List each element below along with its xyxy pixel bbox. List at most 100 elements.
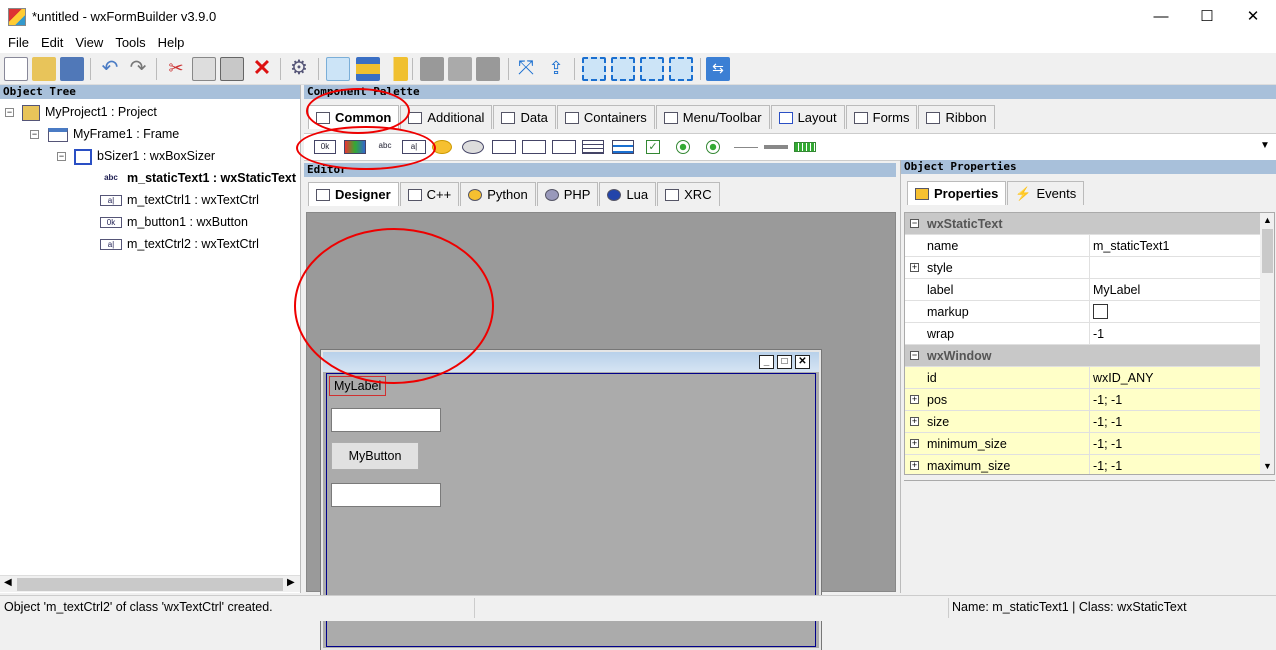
property-row[interactable]: + style bbox=[905, 257, 1260, 279]
vertical-scrollbar[interactable]: ▲ ▼ bbox=[1260, 213, 1274, 474]
tab-menu-toolbar[interactable]: Menu/Toolbar bbox=[655, 105, 770, 129]
palette-listbox-icon[interactable] bbox=[552, 140, 576, 154]
palette-slider-icon[interactable] bbox=[764, 145, 788, 149]
tree-item-sizer[interactable]: bSizer1 : wxBoxSizer bbox=[74, 145, 215, 167]
property-row[interactable]: + maximum_size -1; -1 bbox=[905, 455, 1260, 474]
close-button[interactable]: ✕ bbox=[1230, 0, 1276, 33]
property-row[interactable]: markup bbox=[905, 301, 1260, 323]
tab-forms[interactable]: Forms bbox=[845, 105, 918, 129]
design-textctrl2[interactable] bbox=[331, 483, 441, 507]
tree-item-project[interactable]: MyProject1 : Project bbox=[22, 101, 157, 123]
design-textctrl1[interactable] bbox=[331, 408, 441, 432]
maximize-button[interactable]: ☐ bbox=[1184, 0, 1230, 33]
align-top-icon[interactable] bbox=[420, 57, 444, 81]
palette-combobox-icon[interactable] bbox=[492, 140, 516, 154]
property-row[interactable]: + size -1; -1 bbox=[905, 411, 1260, 433]
border-left-icon[interactable] bbox=[611, 57, 635, 81]
open-folder-icon[interactable] bbox=[32, 57, 56, 81]
property-row[interactable]: + minimum_size -1; -1 bbox=[905, 433, 1260, 455]
tab-events[interactable]: ⚡ Events bbox=[1007, 181, 1085, 205]
palette-bitmap-icon[interactable] bbox=[432, 140, 452, 154]
tab-python[interactable]: Python bbox=[460, 182, 536, 206]
align-right-icon[interactable] bbox=[384, 57, 408, 81]
tab-layout[interactable]: Layout bbox=[770, 105, 845, 129]
palette-checkbox-icon[interactable]: ✓ bbox=[646, 140, 660, 154]
menu-tools[interactable]: Tools bbox=[109, 33, 151, 53]
palette-button-icon[interactable]: 0k bbox=[314, 140, 336, 154]
tab-data[interactable]: Data bbox=[493, 105, 556, 129]
tab-designer[interactable]: Designer bbox=[308, 182, 399, 206]
palette-listctrl-icon[interactable] bbox=[582, 140, 604, 154]
scroll-left-icon[interactable]: ◀ bbox=[4, 577, 12, 588]
stretch-icon[interactable]: ⇪ bbox=[544, 57, 568, 81]
palette-dropdown-icon[interactable]: ▼ bbox=[1260, 140, 1270, 151]
palette-radiobox-icon[interactable] bbox=[612, 140, 634, 154]
scroll-thumb[interactable] bbox=[1262, 229, 1273, 273]
new-project-icon[interactable] bbox=[4, 57, 28, 81]
palette-static-text-icon[interactable]: abc bbox=[374, 140, 396, 154]
tab-containers[interactable]: Containers bbox=[556, 105, 655, 129]
tab-lua[interactable]: Lua bbox=[599, 182, 657, 206]
horizontal-scrollbar[interactable]: ◀ ▶ bbox=[0, 575, 300, 592]
save-icon[interactable] bbox=[60, 57, 84, 81]
collapse-icon[interactable]: − bbox=[30, 130, 39, 139]
delete-icon[interactable]: ✕ bbox=[250, 57, 274, 81]
property-row[interactable]: + pos -1; -1 bbox=[905, 389, 1260, 411]
border-top-icon[interactable] bbox=[669, 57, 693, 81]
scroll-thumb[interactable] bbox=[17, 578, 283, 591]
tab-additional[interactable]: Additional bbox=[400, 105, 493, 129]
property-row[interactable]: id wxID_ANY bbox=[905, 367, 1260, 389]
property-category[interactable]: − wxWindow bbox=[905, 345, 1260, 367]
align-middle-icon[interactable] bbox=[448, 57, 472, 81]
scroll-down-icon[interactable]: ▼ bbox=[1263, 461, 1272, 471]
tree-item-statictext[interactable]: abc m_staticText1 : wxStaticText bbox=[100, 167, 296, 189]
align-left-icon[interactable] bbox=[326, 57, 350, 81]
border-all-icon[interactable] bbox=[582, 57, 606, 81]
palette-choice-icon[interactable] bbox=[522, 140, 546, 154]
menu-edit[interactable]: Edit bbox=[35, 33, 69, 53]
palette-radio-icon[interactable] bbox=[706, 140, 720, 154]
redo-icon[interactable]: ↷ bbox=[126, 57, 150, 81]
tree-item-textctrl1[interactable]: a| m_textCtrl1 : wxTextCtrl bbox=[100, 189, 259, 211]
expand-icon[interactable]: ⤧ bbox=[514, 57, 538, 81]
scroll-right-icon[interactable]: ▶ bbox=[287, 577, 295, 588]
markup-checkbox[interactable] bbox=[1093, 304, 1108, 319]
settings-icon[interactable]: ⚙ bbox=[287, 57, 311, 81]
palette-staticline-icon[interactable] bbox=[734, 147, 758, 148]
collapse-icon[interactable]: − bbox=[57, 152, 66, 161]
scroll-up-icon[interactable]: ▲ bbox=[1263, 215, 1272, 225]
palette-radiobutton-icon[interactable] bbox=[676, 140, 690, 154]
tab-common[interactable]: Common bbox=[308, 105, 400, 129]
tree-item-frame[interactable]: MyFrame1 : Frame bbox=[48, 123, 179, 145]
palette-textctrl-icon[interactable]: a| bbox=[402, 140, 426, 154]
tab-php[interactable]: PHP bbox=[536, 182, 599, 206]
undo-icon[interactable]: ↶ bbox=[98, 57, 122, 81]
design-button[interactable]: MyButton bbox=[331, 442, 419, 470]
tab-cpp[interactable]: C++ bbox=[399, 182, 460, 206]
collapse-icon[interactable]: − bbox=[5, 108, 14, 117]
menu-help[interactable]: Help bbox=[152, 33, 191, 53]
property-row[interactable]: name m_staticText1 bbox=[905, 235, 1260, 257]
static-text-label[interactable]: MyLabel bbox=[329, 376, 387, 396]
align-bottom-icon[interactable] bbox=[476, 57, 500, 81]
tab-xrc[interactable]: XRC bbox=[657, 182, 720, 206]
paste-icon[interactable] bbox=[220, 57, 244, 81]
tree-item-textctrl2[interactable]: a| m_textCtrl2 : wxTextCtrl bbox=[100, 233, 259, 255]
palette-animation-icon[interactable] bbox=[462, 140, 484, 154]
property-row[interactable]: wrap -1 bbox=[905, 323, 1260, 345]
align-center-icon[interactable] bbox=[356, 57, 380, 81]
property-category[interactable]: − wxStaticText bbox=[905, 213, 1260, 235]
border-right-icon[interactable] bbox=[640, 57, 664, 81]
swap-icon[interactable]: ⇆ bbox=[706, 57, 730, 81]
tab-ribbon[interactable]: Ribbon bbox=[918, 105, 995, 129]
tab-properties[interactable]: Properties bbox=[907, 181, 1007, 205]
palette-gauge-icon[interactable] bbox=[794, 142, 816, 152]
copy-icon[interactable] bbox=[192, 57, 216, 81]
palette-bitmap-button-icon[interactable] bbox=[344, 140, 366, 154]
cut-icon[interactable]: ✂ bbox=[164, 57, 188, 81]
tree-item-button[interactable]: 0k m_button1 : wxButton bbox=[100, 211, 248, 233]
property-row[interactable]: label MyLabel bbox=[905, 279, 1260, 301]
menu-view[interactable]: View bbox=[69, 33, 109, 53]
minimize-button[interactable]: — bbox=[1138, 0, 1184, 33]
menu-file[interactable]: File bbox=[2, 33, 35, 53]
